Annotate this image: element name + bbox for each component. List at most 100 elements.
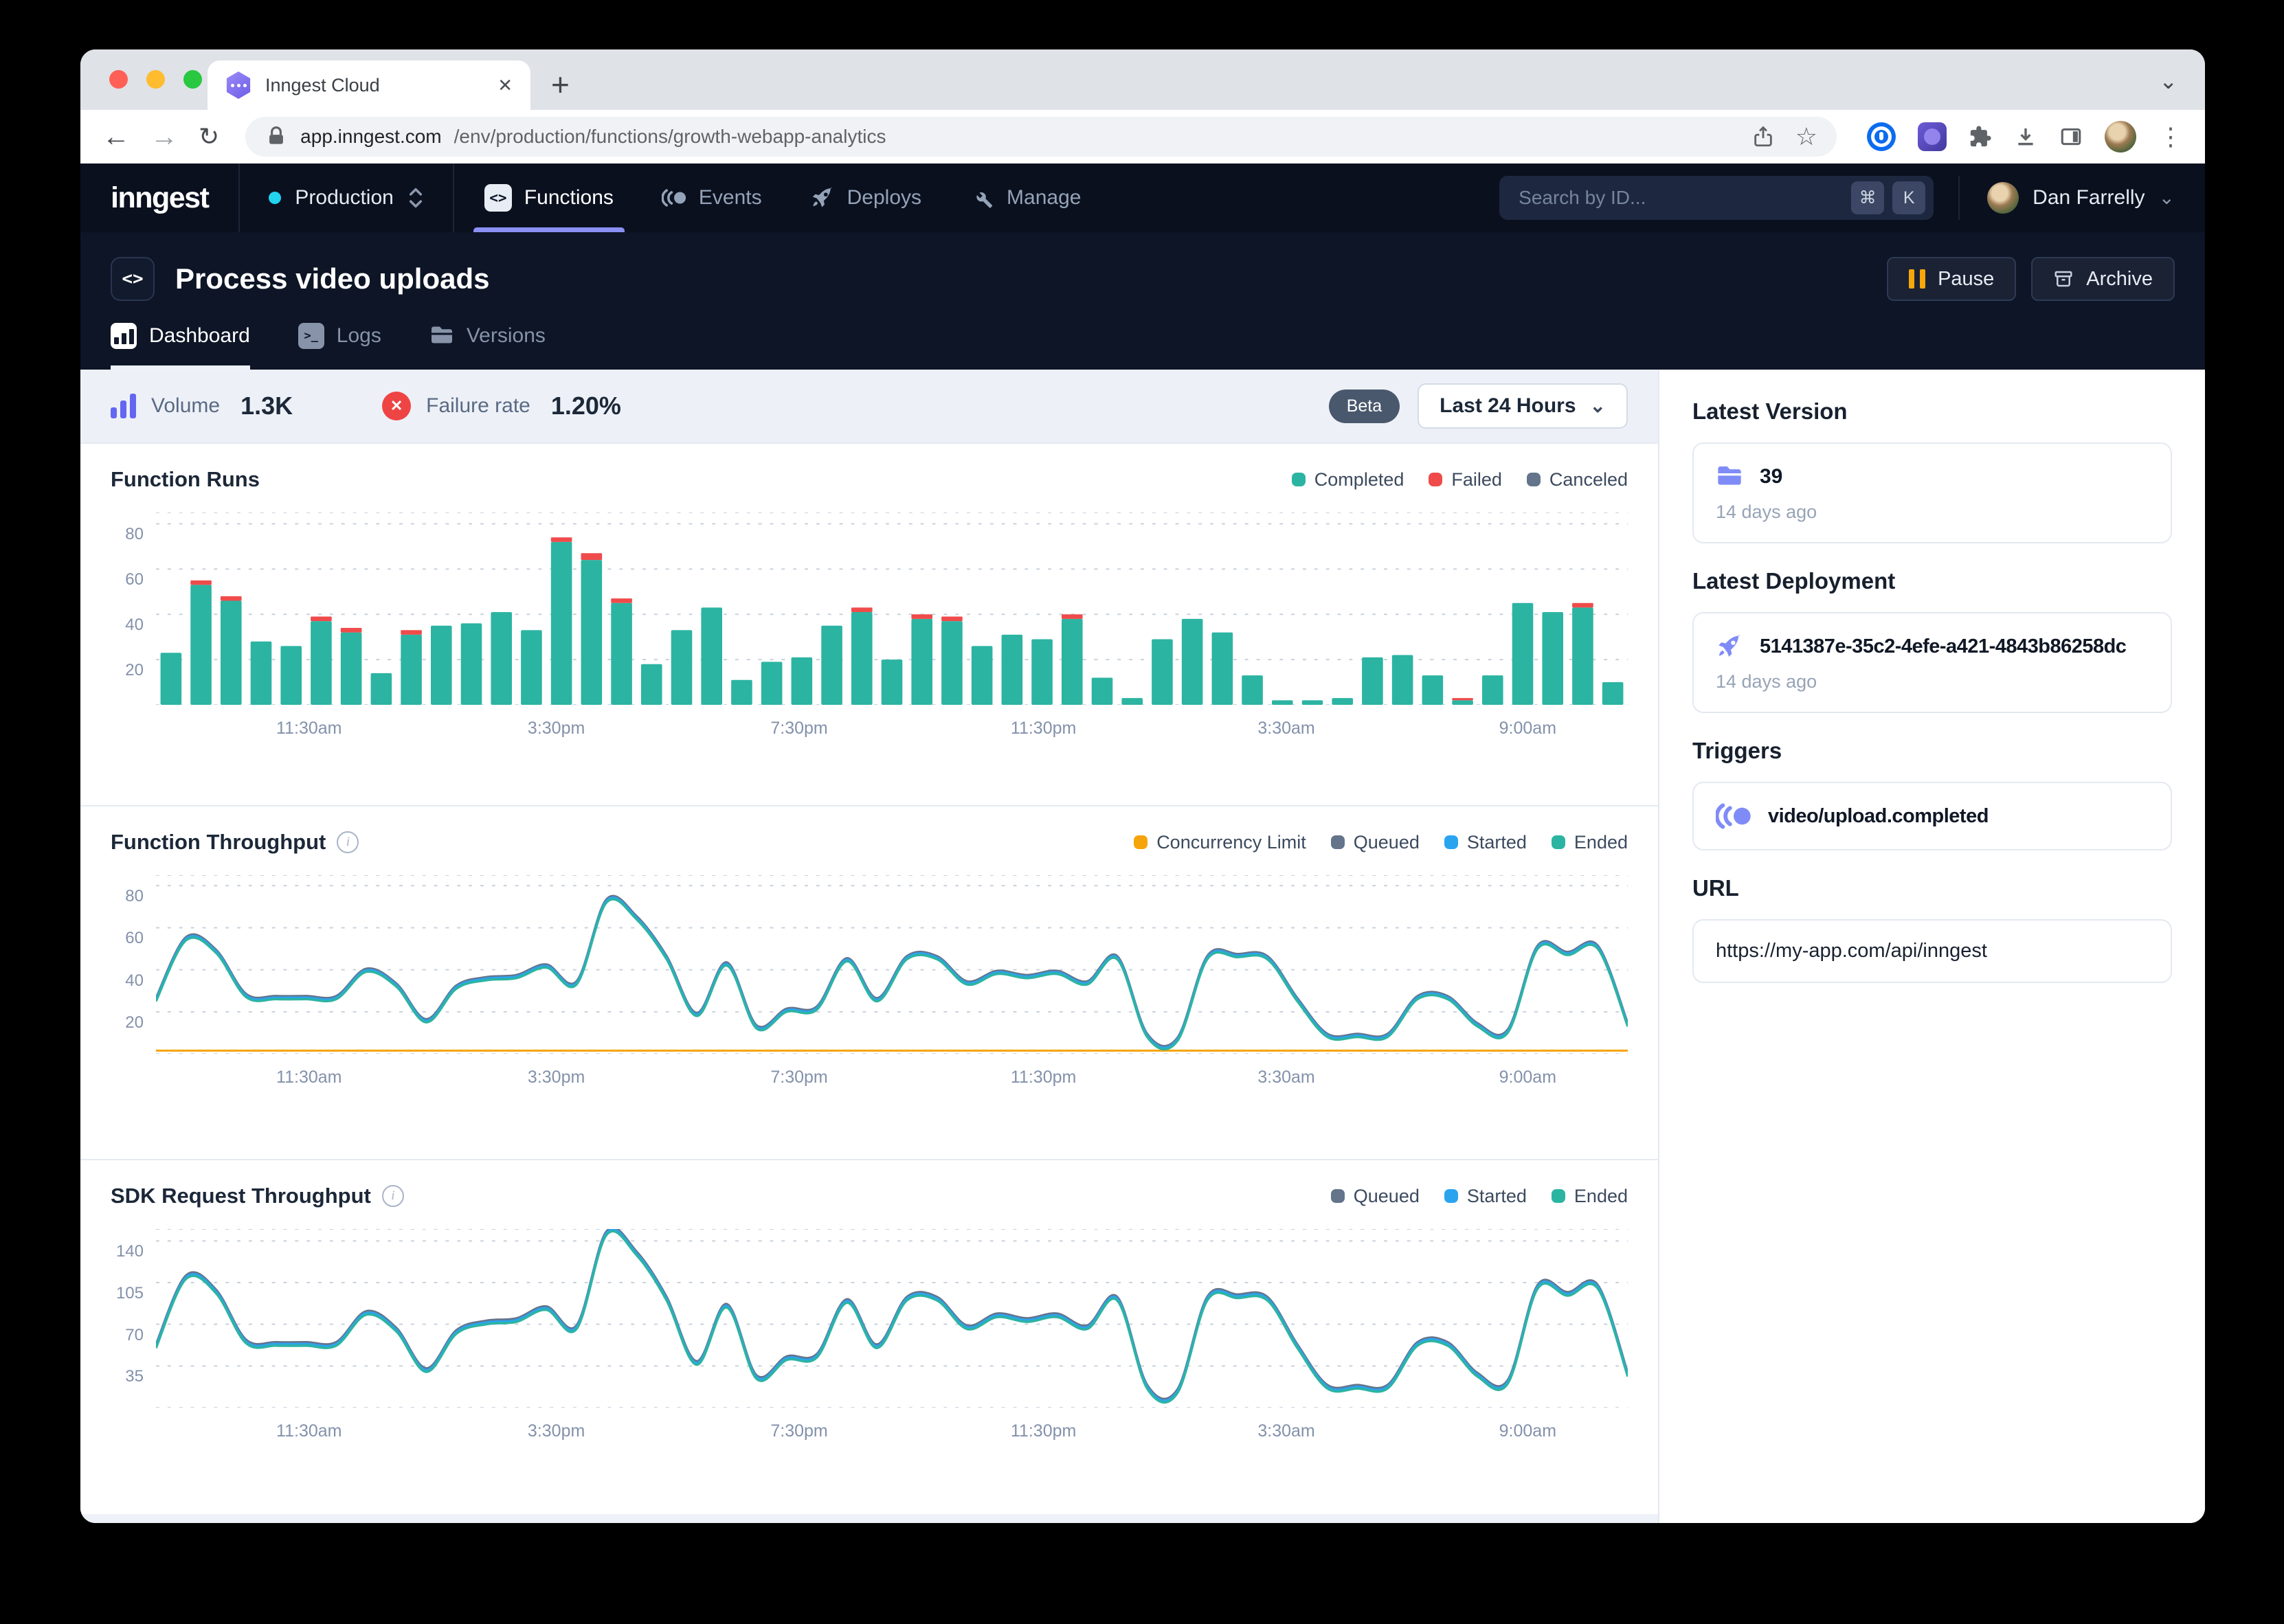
y-tick-label: 105 (116, 1284, 144, 1303)
legend-label: Concurrency Limit (1156, 832, 1306, 853)
x-tick-label: 11:30am (276, 1421, 342, 1441)
tab-close-icon[interactable]: ✕ (497, 75, 513, 96)
version-number: 39 (1760, 465, 1782, 488)
details-sidebar: Latest Version 39 14 days ago Latest Dep… (1658, 370, 2205, 1523)
info-icon[interactable]: i (382, 1185, 404, 1207)
app-navbar: inngest Production <> Functions (80, 163, 2205, 232)
back-button[interactable]: ← (102, 123, 130, 150)
k-key-badge: K (1892, 181, 1925, 214)
x-axis: 11:30am3:30pm7:30pm11:30pm3:30am9:00am (156, 1408, 1628, 1443)
page-tabs: Dashboard >_ Logs Versions (111, 323, 2175, 370)
pause-button[interactable]: Pause (1887, 257, 2016, 301)
x-tick-label: 7:30pm (770, 719, 827, 738)
y-tick-label: 80 (125, 525, 144, 544)
terminal-icon: >_ (298, 323, 324, 349)
charts-panel: Function Runs Completed Failed Canceled … (80, 444, 1658, 1514)
tab-label: Dashboard (149, 324, 250, 348)
archive-icon (2053, 269, 2074, 289)
function-runs-chart: 20406080 11:30am3:30pm7:30pm11:30pm3:30a… (111, 512, 1628, 741)
tab-search-chevron-icon[interactable]: ⌄ (2159, 70, 2177, 92)
y-axis: 3570105140 (111, 1229, 156, 1443)
pause-icon (1909, 269, 1925, 289)
nav-item-deploys[interactable]: Deploys (810, 163, 921, 232)
bookmark-star-icon[interactable]: ☆ (1795, 124, 1817, 149)
chart-svg (156, 512, 1628, 705)
info-icon[interactable]: i (337, 831, 359, 853)
legend-dot (1331, 835, 1345, 849)
x-tick-label: 9:00am (1499, 719, 1556, 738)
legend-dot (1552, 835, 1565, 849)
tab-logs[interactable]: >_ Logs (298, 323, 381, 370)
minimize-window-button[interactable] (146, 70, 165, 89)
legend-dot (1134, 835, 1147, 849)
y-tick-label: 60 (125, 570, 144, 589)
plot-area: 11:30am3:30pm7:30pm11:30pm3:30am9:00am (156, 875, 1628, 1090)
volume-label: Volume (151, 394, 220, 418)
tab-title: Inngest Cloud (265, 75, 484, 96)
x-tick-label: 11:30am (276, 1068, 342, 1087)
legend-dot (1292, 473, 1306, 486)
legend-dot (1552, 1189, 1565, 1203)
address-bar[interactable]: app.inngest.com/env/production/functions… (245, 117, 1837, 157)
x-tick-label: 11:30pm (1011, 1068, 1076, 1087)
main-column: Volume 1.3K ✕ Failure rate 1.20% Beta La… (80, 370, 1658, 1523)
updown-chevron-icon (407, 185, 424, 211)
new-tab-button[interactable]: + (551, 69, 570, 100)
time-range-select[interactable]: Last 24 Hours ⌄ (1418, 383, 1628, 429)
latest-deployment-heading: Latest Deployment (1692, 568, 2172, 594)
close-window-button[interactable] (109, 70, 128, 89)
legend-label: Queued (1354, 832, 1420, 853)
environment-selector[interactable]: Production (240, 163, 452, 232)
reload-button[interactable]: ↻ (199, 124, 219, 149)
cmd-key-badge: ⌘ (1851, 181, 1884, 214)
side-panel-icon[interactable] (2059, 125, 2083, 148)
browser-tab-active[interactable]: Inngest Cloud ✕ (208, 60, 530, 110)
plot-area: 11:30am3:30pm7:30pm11:30pm3:30am9:00am (156, 512, 1628, 741)
search-box[interactable]: ⌘ K (1499, 176, 1934, 220)
download-icon[interactable] (2014, 125, 2037, 148)
x-tick-label: 7:30pm (770, 1068, 827, 1087)
url-card[interactable]: https://my-app.com/api/inngest (1692, 919, 2172, 983)
nav-item-label: Functions (524, 186, 614, 210)
y-tick-label: 140 (116, 1242, 144, 1261)
latest-version-card[interactable]: 39 14 days ago (1692, 442, 2172, 543)
legend-dot (1444, 1189, 1458, 1203)
latest-deployment-card[interactable]: 5141387e-35c2-4efe-a421-4843b86258dc 14 … (1692, 612, 2172, 713)
maximize-window-button[interactable] (183, 70, 202, 89)
purple-extension-icon[interactable] (1918, 122, 1947, 151)
beta-badge: Beta (1329, 390, 1400, 423)
account-menu[interactable]: Dan Farrelly ⌄ (1958, 176, 2175, 220)
share-icon[interactable] (1751, 125, 1775, 148)
x-tick-label: 11:30pm (1011, 1421, 1076, 1441)
legend-dot (1527, 473, 1541, 486)
search-input[interactable] (1517, 186, 1843, 210)
chart-title: SDK Request Throughput (111, 1184, 371, 1208)
chart-svg (156, 1229, 1628, 1408)
browser-tabstrip: Inngest Cloud ✕ + ⌄ (80, 49, 2205, 110)
sdk-request-throughput-chart: 3570105140 11:30am3:30pm7:30pm11:30pm3:3… (111, 1229, 1628, 1443)
forward-button[interactable]: → (150, 123, 178, 150)
page-title: Process video uploads (175, 262, 490, 295)
nav-item-events[interactable]: Events (662, 163, 762, 232)
archive-button[interactable]: Archive (2031, 257, 2175, 301)
failure-rate-stat: ✕ Failure rate 1.20% (382, 392, 621, 420)
deployment-id: 5141387e-35c2-4efe-a421-4843b86258dc (1760, 635, 2126, 658)
environment-status-dot (269, 192, 281, 204)
url-host: app.inngest.com (300, 126, 441, 148)
puzzle-extensions-icon[interactable] (1969, 125, 1992, 148)
browser-menu-icon[interactable]: ⋮ (2158, 124, 2183, 149)
page-header: <> Process video uploads Pause Archive (80, 232, 2205, 370)
trigger-card[interactable]: video/upload.completed (1692, 782, 2172, 850)
password-manager-extension-icon[interactable] (1867, 122, 1896, 151)
browser-profile-avatar[interactable] (2105, 121, 2136, 153)
chart-title: Function Runs (111, 467, 260, 492)
functions-code-icon: <> (484, 184, 512, 212)
inngest-logo[interactable]: inngest (80, 181, 238, 215)
legend-label: Canceled (1549, 469, 1628, 490)
nav-item-manage[interactable]: Manage (970, 163, 1081, 232)
pause-button-label: Pause (1938, 268, 1994, 291)
plot-area: 11:30am3:30pm7:30pm11:30pm3:30am9:00am (156, 1229, 1628, 1443)
nav-item-functions[interactable]: <> Functions (484, 163, 614, 232)
tab-dashboard[interactable]: Dashboard (111, 323, 250, 370)
tab-versions[interactable]: Versions (429, 323, 546, 370)
